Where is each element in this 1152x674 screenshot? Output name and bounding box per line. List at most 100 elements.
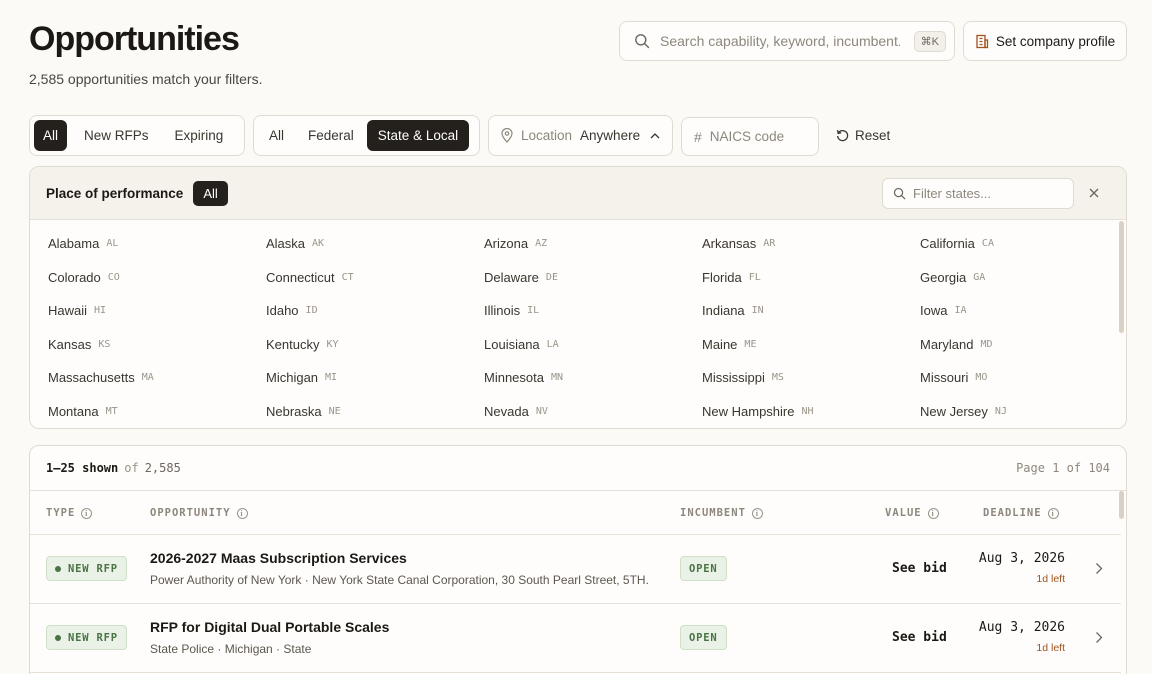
results-scrollbar[interactable]: [1119, 491, 1124, 519]
state-name: Nevada: [484, 403, 529, 419]
naics-input[interactable]: [709, 129, 805, 144]
state-option[interactable]: Louisiana LA: [484, 328, 702, 362]
all-states-button[interactable]: All: [193, 180, 228, 206]
state-option[interactable]: Nebraska NE: [266, 395, 484, 429]
state-option[interactable]: Illinois IL: [484, 294, 702, 328]
opportunity-title[interactable]: 2026-2027 Maas Subscription Services: [150, 550, 407, 566]
search-icon: [635, 34, 650, 49]
state-option[interactable]: New Hampshire NH: [702, 395, 920, 429]
chevron-right-icon[interactable]: [1095, 631, 1103, 644]
state-option[interactable]: Minnesota MN: [484, 361, 702, 395]
info-icon: i: [236, 507, 248, 519]
state-option[interactable]: Alabama AL: [48, 227, 266, 261]
state-abbr: MN: [550, 372, 564, 384]
state-name: Minnesota: [484, 370, 544, 386]
state-filter-input[interactable]: [913, 185, 1063, 201]
column-incumbent[interactable]: INCUMBENT i: [680, 507, 763, 519]
state-abbr: ID: [305, 305, 318, 317]
state-option[interactable]: Kentucky KY: [266, 328, 484, 362]
naics-field[interactable]: #: [681, 117, 819, 156]
opportunity-subtitle: State Police · Michigan · State: [150, 642, 312, 656]
level-option-federal[interactable]: Federal: [297, 120, 365, 151]
state-option[interactable]: Alaska AK: [266, 227, 484, 261]
table-row[interactable]: NEW RFP 2026-2027 Maas Subscription Serv…: [30, 535, 1121, 604]
location-label: Location: [521, 128, 573, 143]
state-abbr: LA: [546, 338, 559, 350]
incumbent-badge: OPEN: [680, 625, 727, 650]
value-text: See bid: [892, 630, 947, 645]
level-option-all[interactable]: All: [258, 120, 295, 151]
status-option-new-rfps[interactable]: New RFPs: [69, 120, 164, 151]
state-option[interactable]: New Jersey NJ: [920, 395, 1120, 429]
state-option[interactable]: Georgia GA: [920, 261, 1120, 295]
type-badge-label: NEW RFP: [68, 562, 118, 575]
state-option[interactable]: Idaho ID: [266, 294, 484, 328]
state-option[interactable]: California CA: [920, 227, 1120, 261]
column-type[interactable]: TYPE i: [46, 507, 93, 519]
state-option[interactable]: Michigan MI: [266, 361, 484, 395]
type-badge: NEW RFP: [46, 625, 127, 650]
state-name: Florida: [702, 269, 742, 285]
column-opportunity[interactable]: OPPORTUNITY i: [150, 507, 248, 519]
state-option[interactable]: Arizona AZ: [484, 227, 702, 261]
opportunity-title[interactable]: RFP for Digital Dual Portable Scales: [150, 619, 389, 635]
state-option[interactable]: Montana MT: [48, 395, 266, 429]
info-icon: i: [751, 507, 763, 519]
search-shortcut-hint: ⌘K: [913, 30, 946, 52]
state-filter-box[interactable]: [882, 177, 1074, 209]
state-abbr: NJ: [994, 405, 1007, 417]
column-deadline[interactable]: DEADLINE i: [983, 507, 1059, 519]
state-abbr: DE: [545, 271, 558, 283]
state-option[interactable]: Delaware DE: [484, 261, 702, 295]
state-name: New Jersey: [920, 403, 988, 419]
close-icon[interactable]: [1086, 185, 1102, 201]
column-value[interactable]: VALUE i: [885, 507, 939, 519]
state-list-scrollbar[interactable]: [1119, 221, 1124, 333]
state-name: Hawaii: [48, 303, 88, 319]
set-company-profile-button[interactable]: Set company profile: [963, 21, 1127, 61]
state-abbr: MT: [105, 405, 118, 417]
status-option-all[interactable]: All: [34, 120, 68, 151]
state-abbr: CA: [981, 238, 994, 250]
state-option[interactable]: Maryland MD: [920, 328, 1120, 362]
state-option[interactable]: Massachusetts MA: [48, 361, 266, 395]
state-abbr: GA: [973, 271, 986, 283]
reset-button[interactable]: Reset: [836, 124, 890, 146]
state-option[interactable]: Hawaii HI: [48, 294, 266, 328]
search-box[interactable]: ⌘K: [619, 21, 955, 61]
state-option[interactable]: Nevada NV: [484, 395, 702, 429]
state-option[interactable]: Colorado CO: [48, 261, 266, 295]
state-option[interactable]: Mississippi MS: [702, 361, 920, 395]
location-select[interactable]: Location Anywhere: [488, 115, 673, 156]
state-name: Michigan: [266, 370, 319, 386]
state-name: Arkansas: [702, 236, 757, 252]
state-name: Colorado: [48, 269, 101, 285]
results-of-label: of: [124, 461, 139, 475]
state-abbr: AZ: [535, 238, 548, 250]
location-value: Anywhere: [580, 128, 641, 143]
state-option[interactable]: Arkansas AR: [702, 227, 920, 261]
state-name: Idaho: [266, 303, 299, 319]
state-option[interactable]: Indiana IN: [702, 294, 920, 328]
state-option[interactable]: Iowa IA: [920, 294, 1120, 328]
search-input[interactable]: [660, 33, 900, 49]
state-abbr: CT: [341, 271, 354, 283]
state-option[interactable]: Missouri MO: [920, 361, 1120, 395]
state-option[interactable]: Florida FL: [702, 261, 920, 295]
chevron-right-icon[interactable]: [1095, 562, 1103, 575]
state-abbr: AK: [312, 238, 325, 250]
status-option-expiring[interactable]: Expiring: [166, 120, 233, 151]
level-option-state-local[interactable]: State & Local: [366, 120, 470, 151]
state-grid: Alabama AL Alaska AK Arizona AZ Arkansas AR Cali…: [48, 227, 1120, 428]
results-table: 1–25 shown of 2,585 Page 1 of 104 TYPE i …: [29, 445, 1127, 674]
hash-icon: #: [694, 128, 702, 145]
column-value-label: VALUE: [885, 507, 922, 519]
state-name: Maine: [702, 336, 738, 352]
state-option[interactable]: Connecticut CT: [266, 261, 484, 295]
state-option[interactable]: Kansas KS: [48, 328, 266, 362]
results-summary: 1–25 shown of 2,585 Page 1 of 104: [30, 446, 1126, 491]
state-option[interactable]: Maine ME: [702, 328, 920, 362]
state-name: Illinois: [484, 303, 521, 319]
location-pin-icon: [501, 128, 513, 143]
table-row[interactable]: NEW RFP RFP for Digital Dual Portable Sc…: [30, 604, 1121, 673]
